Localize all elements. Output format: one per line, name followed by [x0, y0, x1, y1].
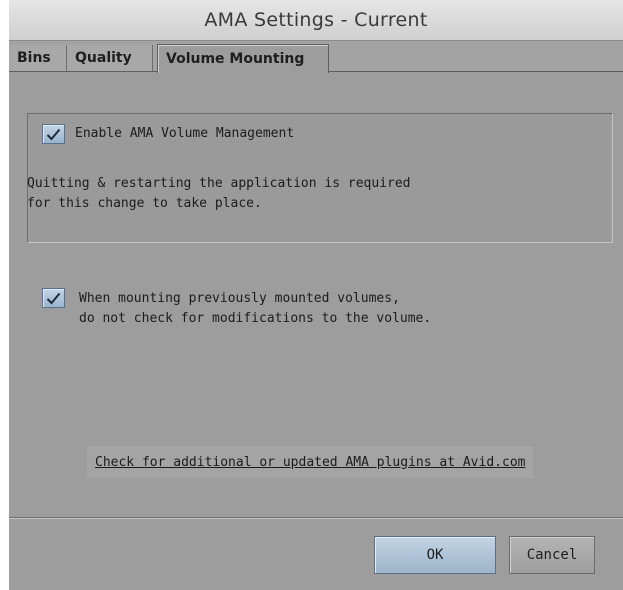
skip-modification-check-checkbox[interactable] [42, 288, 65, 308]
divider [9, 517, 623, 519]
tab-quality[interactable]: Quality [67, 45, 153, 71]
restart-note-line-1: Quitting & restarting the application is… [27, 176, 411, 191]
enable-volume-management-label: Enable AMA Volume Management [75, 126, 295, 141]
cancel-button[interactable]: Cancel [509, 536, 595, 574]
skip-modification-label-line-1: When mounting previously mounted volumes… [79, 291, 400, 306]
tab-bar: Bins Quality Volume Mounting [9, 41, 623, 73]
restart-note-line-2: for this change to take place. [27, 196, 262, 211]
enable-volume-management-checkbox[interactable] [42, 124, 65, 144]
ama-settings-window: AMA Settings - Current Bins Quality Volu… [9, 0, 623, 590]
tab-volume-mounting[interactable]: Volume Mounting [157, 44, 329, 73]
skip-modification-label-line-2: do not check for modifications to the vo… [79, 311, 432, 326]
tab-bins-label: Bins [17, 50, 51, 66]
tab-bins[interactable]: Bins [9, 45, 67, 71]
checkmark-icon [46, 292, 61, 304]
tab-volume-mounting-label: Volume Mounting [166, 51, 305, 67]
ok-button[interactable]: OK [374, 536, 496, 574]
tab-quality-label: Quality [75, 50, 132, 66]
checkmark-icon [46, 128, 61, 140]
ama-plugins-link[interactable]: Check for additional or updated AMA plug… [87, 446, 534, 478]
window-title: AMA Settings - Current [9, 0, 623, 41]
